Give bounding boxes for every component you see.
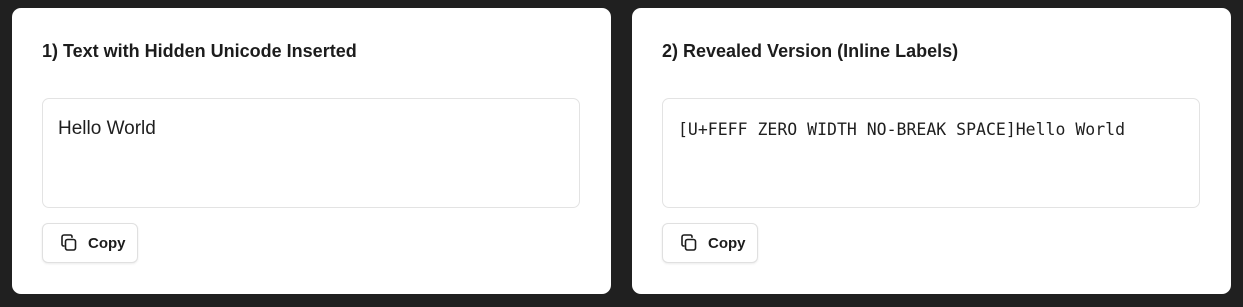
- copy-icon: [679, 233, 699, 253]
- copy-button-label: Copy: [708, 234, 746, 252]
- hidden-unicode-panel: 1) Text with Hidden Unicode Inserted Hel…: [12, 8, 611, 294]
- copy-button[interactable]: Copy: [42, 223, 138, 263]
- panel-title: 1) Text with Hidden Unicode Inserted: [42, 41, 357, 61]
- revealed-text-box[interactable]: [U+FEFF ZERO WIDTH NO-BREAK SPACE]Hello …: [662, 98, 1200, 208]
- panel-title: 2) Revealed Version (Inline Labels): [662, 41, 959, 61]
- app-root: 1) Text with Hidden Unicode Inserted Hel…: [0, 0, 1243, 307]
- revealed-version-panel: 2) Revealed Version (Inline Labels) [U+F…: [632, 8, 1231, 294]
- hidden-unicode-text-box[interactable]: Hello World: [42, 98, 580, 208]
- copy-button[interactable]: Copy: [662, 223, 758, 263]
- copy-icon: [59, 233, 79, 253]
- copy-button-label: Copy: [88, 234, 126, 252]
